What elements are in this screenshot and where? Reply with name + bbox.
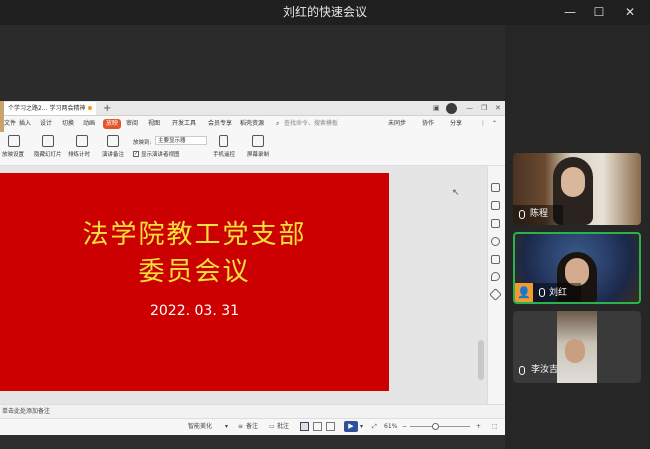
project-to-label: 放映到:: [133, 140, 152, 146]
speaker-notes-icon[interactable]: [107, 135, 119, 147]
screen-record-icon[interactable]: [252, 135, 264, 147]
shape-icon[interactable]: [491, 219, 500, 228]
microphone-icon: [539, 288, 545, 297]
screen-record-label[interactable]: 屏幕录制: [247, 150, 269, 158]
slideshow-settings-icon[interactable]: [8, 135, 20, 147]
avatar[interactable]: [446, 103, 457, 114]
presenter-view-label[interactable]: 显示演讲者视图: [141, 150, 180, 158]
menu-animation[interactable]: 动画: [83, 116, 95, 132]
rehearse-timing-label[interactable]: 排练计时: [68, 150, 90, 158]
command-search[interactable]: 查找命令、搜索模板: [284, 116, 338, 132]
hide-slide-icon[interactable]: [42, 135, 54, 147]
participant-tile-liruji[interactable]: 李汝吉: [513, 311, 641, 383]
presenter-view-checkbox[interactable]: ✓: [133, 151, 139, 157]
vertical-scrollbar[interactable]: [478, 340, 484, 380]
layout-icon[interactable]: ▣: [433, 102, 440, 115]
zoom-out-icon[interactable]: −: [402, 418, 407, 435]
menu-devtools[interactable]: 开发工具: [172, 116, 196, 132]
collab-button[interactable]: 协作: [422, 116, 434, 132]
zoom-slider-knob[interactable]: [432, 423, 439, 430]
notes-toggle-icon[interactable]: ≡: [238, 418, 243, 435]
restore-icon[interactable]: ❐: [481, 102, 487, 115]
display-select[interactable]: 主要显示器: [155, 136, 207, 145]
sync-status[interactable]: 未同步: [388, 116, 406, 132]
slide-title-line2: 委员会议: [138, 257, 251, 287]
minimize-icon[interactable]: —: [466, 102, 473, 115]
help-icon[interactable]: [491, 237, 500, 246]
unsaved-dot-icon: [88, 106, 92, 110]
close-icon[interactable]: ✕: [495, 102, 501, 115]
reading-view-icon[interactable]: [326, 422, 335, 431]
participant-name: 陈程: [530, 209, 549, 219]
slide-title-line1: 法学院教工党支部: [82, 220, 307, 250]
participant-face: [565, 258, 589, 286]
close-button[interactable]: ✕: [613, 0, 647, 25]
menu-insert[interactable]: 插入: [19, 116, 31, 132]
menu-review[interactable]: 审阅: [126, 116, 138, 132]
microphone-icon: [519, 210, 525, 219]
more-icon[interactable]: ⋮: [480, 116, 486, 132]
participant-name: 李汝吉: [531, 365, 559, 375]
zoom-in-icon[interactable]: +: [476, 418, 481, 435]
menu-docer[interactable]: 稻壳资源: [240, 116, 264, 132]
cursor-icon: ↖: [452, 188, 460, 198]
comment-toggle[interactable]: 批注: [277, 418, 289, 435]
menu-file[interactable]: 文件: [4, 116, 16, 132]
sorter-view-icon[interactable]: [313, 422, 322, 431]
collapse-ribbon-icon[interactable]: ⌃: [492, 116, 497, 132]
image-icon[interactable]: [491, 255, 500, 264]
play-dropdown-icon[interactable]: ▾: [360, 418, 363, 435]
notes-toggle[interactable]: 备注: [246, 418, 258, 435]
normal-view-icon[interactable]: [300, 422, 309, 431]
dropdown-icon[interactable]: ▾: [225, 418, 228, 435]
adjust-icon[interactable]: [491, 183, 500, 192]
maximize-button[interactable]: ☐: [582, 0, 616, 25]
fit-icon[interactable]: ⤢: [372, 418, 377, 435]
host-icon: 👤: [515, 283, 533, 302]
zoom-level[interactable]: 61%: [384, 418, 397, 435]
comment-icon[interactable]: ▭: [269, 418, 275, 435]
pin-icon[interactable]: [491, 201, 500, 210]
menu-view[interactable]: 视图: [148, 116, 160, 132]
play-icon[interactable]: ▶: [344, 421, 358, 432]
menu-slideshow[interactable]: 放映: [103, 119, 122, 129]
zoom-slider[interactable]: [410, 426, 470, 427]
speaker-notes-label[interactable]: 演讲备注: [102, 150, 124, 158]
fit-window-icon[interactable]: ⬚: [492, 418, 498, 435]
participant-face: [565, 339, 585, 363]
location-icon[interactable]: [491, 272, 500, 281]
search-icon[interactable]: ⌕: [276, 116, 279, 132]
participant-tile-chencheng[interactable]: 陈程: [513, 153, 641, 225]
slide-date: 2022. 03. 31: [149, 303, 240, 319]
phone-remote-icon[interactable]: [219, 135, 228, 147]
menu-member[interactable]: 会员专享: [208, 116, 232, 132]
smart-beautify-button[interactable]: 智能美化: [188, 418, 212, 435]
hide-slide-label[interactable]: 隐藏幻灯片: [34, 150, 62, 158]
shared-screen-padding: [0, 25, 505, 101]
slideshow-settings-label[interactable]: 放映设置: [2, 150, 24, 158]
notes-field[interactable]: 单击此处添加备注: [0, 404, 505, 418]
participant-face: [561, 167, 585, 197]
document-tab[interactable]: 个学习之路2... 学习两会精神: [2, 102, 96, 115]
phone-remote-label[interactable]: 手机遥控: [213, 150, 235, 158]
menu-transition[interactable]: 切换: [62, 116, 74, 132]
menu-design[interactable]: 设计: [40, 116, 52, 132]
microphone-icon: [519, 366, 525, 375]
participant-tile-liuhong[interactable]: 👤 刘红: [513, 232, 641, 304]
participant-name: 刘红: [549, 288, 568, 298]
new-tab-button[interactable]: +: [103, 101, 113, 116]
rehearse-timing-icon[interactable]: [76, 135, 88, 147]
share-button[interactable]: 分享: [450, 116, 462, 132]
